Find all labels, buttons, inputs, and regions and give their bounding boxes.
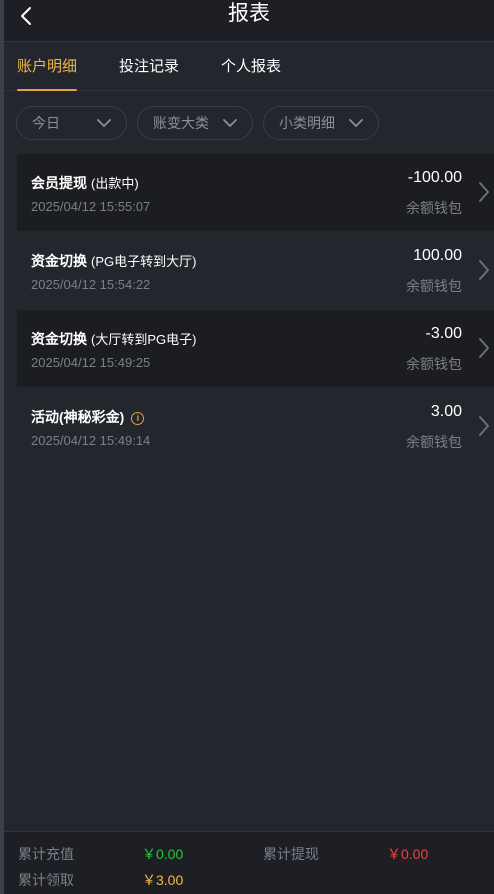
transaction-amount: 3.00 bbox=[430, 403, 462, 420]
transaction-time: 2025/04/12 15:54:22 bbox=[31, 277, 151, 292]
transaction-type: 会员提现 bbox=[31, 175, 87, 191]
header-bar: 报表 bbox=[4, 0, 494, 42]
filter-label: 账变大类 bbox=[153, 115, 209, 131]
date-filter-select[interactable]: 今日 bbox=[16, 106, 127, 140]
summary-footer: 累计充值 ￥0.00 累计提现 ￥0.00 累计领取 ￥3.00 bbox=[4, 831, 494, 894]
total-bonus-label: 累计领取 bbox=[18, 872, 74, 888]
total-withdraw-label: 累计提现 bbox=[263, 846, 319, 862]
transaction-time: 2025/04/12 15:55:07 bbox=[31, 199, 151, 214]
subcategory-filter-select[interactable]: 小类明细 bbox=[263, 106, 379, 140]
total-deposit-label: 累计充值 bbox=[18, 846, 74, 862]
transaction-subtype: (出款中) bbox=[91, 176, 139, 191]
transaction-title-line: 资金切换 (大厅转到PG电子) bbox=[31, 329, 196, 349]
transaction-amount: -100.00 bbox=[407, 169, 462, 186]
filter-label: 今日 bbox=[32, 115, 60, 131]
transaction-type: 资金切换 bbox=[31, 253, 87, 269]
transaction-row[interactable]: 会员提现 (出款中) 2025/04/12 15:55:07 -100.00 余额… bbox=[17, 154, 494, 231]
transaction-time: 2025/04/12 15:49:14 bbox=[31, 433, 151, 448]
tab-label: 账户明细 bbox=[17, 58, 78, 75]
tab-bar: 账户明细 投注记录 个人报表 bbox=[4, 43, 494, 91]
chevron-down-icon bbox=[223, 119, 237, 127]
total-deposit-value: ￥0.00 bbox=[142, 846, 184, 862]
tab-bet-records[interactable]: 投注记录 bbox=[119, 43, 179, 91]
wallet-label: 余额钱包 bbox=[406, 200, 462, 216]
tab-label: 投注记录 bbox=[119, 58, 180, 75]
transaction-subtype: (PG电子转到大厅) bbox=[91, 254, 197, 269]
chevron-down-icon bbox=[97, 119, 111, 127]
report-page: 报表 账户明细 投注记录 个人报表 今日 账变大类 小类明细 会员提现 (出款中… bbox=[0, 0, 494, 894]
info-circle-icon[interactable]: i bbox=[131, 412, 145, 425]
transaction-title-line: 会员提现 (出款中) bbox=[31, 173, 139, 193]
filter-label: 小类明细 bbox=[279, 115, 335, 131]
transaction-title-line: 资金切换 (PG电子转到大厅) bbox=[31, 251, 196, 271]
total-bonus-value: ￥3.00 bbox=[142, 872, 184, 888]
tab-account-details[interactable]: 账户明细 bbox=[17, 43, 78, 91]
chevron-right-icon bbox=[479, 338, 489, 358]
tab-label: 个人报表 bbox=[221, 58, 282, 75]
wallet-label: 余额钱包 bbox=[406, 356, 462, 372]
category-filter-select[interactable]: 账变大类 bbox=[137, 106, 253, 140]
left-edge bbox=[0, 0, 4, 894]
wallet-label: 余额钱包 bbox=[406, 434, 462, 450]
chevron-right-icon bbox=[479, 260, 489, 280]
transaction-row[interactable]: 活动(神秘彩金) i 2025/04/12 15:49:14 3.00 余额钱包 bbox=[17, 388, 494, 465]
transaction-type: 活动(神秘彩金) bbox=[31, 409, 125, 425]
page-title: 报表 bbox=[228, 2, 270, 25]
chevron-right-icon bbox=[479, 416, 489, 436]
transaction-list: 会员提现 (出款中) 2025/04/12 15:55:07 -100.00 余额… bbox=[17, 154, 494, 466]
transaction-subtype: (大厅转到PG电子) bbox=[91, 332, 197, 347]
active-tab-indicator bbox=[17, 89, 78, 91]
wallet-label: 余额钱包 bbox=[406, 278, 462, 294]
transaction-amount: -3.00 bbox=[425, 325, 462, 342]
transaction-amount: 100.00 bbox=[413, 247, 462, 264]
chevron-down-icon bbox=[349, 119, 363, 127]
total-withdraw-value: ￥0.00 bbox=[387, 846, 429, 862]
chevron-right-icon bbox=[479, 182, 489, 202]
transaction-title-line: 活动(神秘彩金) i bbox=[31, 407, 145, 427]
tab-personal-report[interactable]: 个人报表 bbox=[221, 43, 281, 91]
transaction-row[interactable]: 资金切换 (PG电子转到大厅) 2025/04/12 15:54:22 100.0… bbox=[17, 232, 494, 309]
transaction-row[interactable]: 资金切换 (大厅转到PG电子) 2025/04/12 15:49:25 -3.00… bbox=[17, 310, 494, 387]
transaction-time: 2025/04/12 15:49:25 bbox=[31, 355, 151, 370]
transaction-type: 资金切换 bbox=[31, 331, 87, 347]
